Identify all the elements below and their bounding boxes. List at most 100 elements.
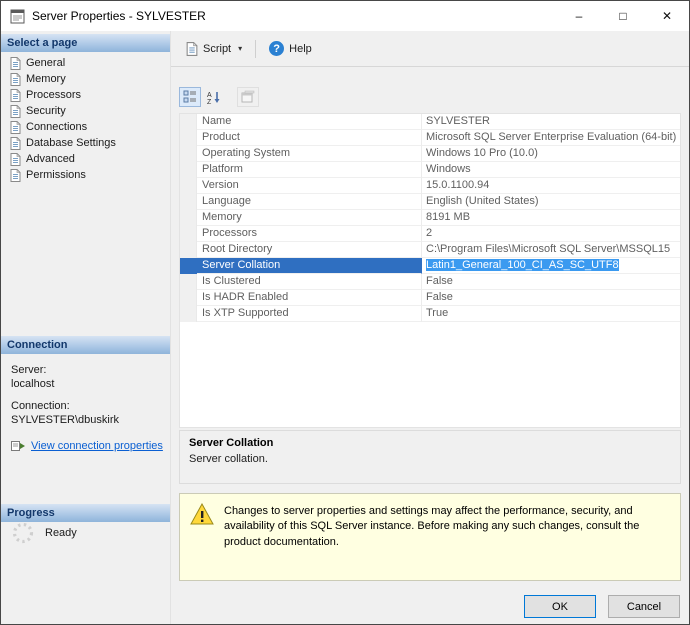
categorized-icon: [183, 90, 197, 104]
page-icon: [10, 121, 21, 134]
property-description-pane: Server Collation Server collation.: [179, 430, 681, 484]
property-row-language[interactable]: Language English (United States): [180, 194, 680, 210]
server-value: localhost: [11, 377, 166, 391]
chevron-down-icon: ▾: [238, 44, 242, 53]
sidebar: Select a page General Memory Processors …: [1, 31, 171, 624]
property-value[interactable]: C:\Program Files\Microsoft SQL Server\MS…: [422, 242, 680, 258]
categorized-button[interactable]: [179, 87, 201, 107]
view-connection-properties-row: View connection properties: [11, 439, 166, 452]
property-name[interactable]: Version: [197, 178, 422, 194]
select-a-page-header: Select a page: [1, 34, 170, 52]
maximize-button[interactable]: □: [601, 1, 645, 31]
connection-info: Server: localhost Connection: SYLVESTER\…: [11, 363, 166, 452]
progress-header: Progress: [1, 504, 170, 522]
close-button[interactable]: ✕: [645, 1, 689, 31]
sidebar-item-database-settings[interactable]: Database Settings: [1, 135, 170, 151]
property-row-is-clustered[interactable]: Is Clustered False: [180, 274, 680, 290]
minimize-button[interactable]: –: [557, 1, 601, 31]
property-row-product[interactable]: Product Microsoft SQL Server Enterprise …: [180, 130, 680, 146]
progress-status-row: Ready: [11, 521, 77, 545]
connection-value: SYLVESTER\dbuskirk: [11, 413, 166, 427]
sidebar-item-permissions[interactable]: Permissions: [1, 167, 170, 183]
cancel-button[interactable]: Cancel: [608, 595, 680, 618]
sidebar-item-processors[interactable]: Processors: [1, 87, 170, 103]
window-controls: – □ ✕: [557, 1, 689, 31]
property-pages-icon: [241, 90, 255, 104]
property-row-name[interactable]: Name SYLVESTER: [180, 114, 680, 130]
svg-text:Z: Z: [207, 99, 212, 104]
script-button-label: Script: [203, 43, 231, 55]
help-button-label: Help: [289, 43, 312, 55]
property-value[interactable]: Microsoft SQL Server Enterprise Evaluati…: [422, 130, 680, 146]
property-name[interactable]: Product: [197, 130, 422, 146]
view-connection-properties-link[interactable]: View connection properties: [31, 440, 163, 452]
window-icon: [10, 9, 25, 24]
property-value[interactable]: 15.0.1100.94: [422, 178, 680, 194]
property-row-version[interactable]: Version 15.0.1100.94: [180, 178, 680, 194]
sidebar-item-label: General: [26, 57, 65, 69]
property-value[interactable]: False: [422, 274, 680, 290]
property-value[interactable]: Windows: [422, 162, 680, 178]
sidebar-item-connections[interactable]: Connections: [1, 119, 170, 135]
property-row-is-xtp-supported[interactable]: Is XTP Supported True: [180, 306, 680, 322]
svg-text:A: A: [207, 92, 212, 99]
property-value[interactable]: 2: [422, 226, 680, 242]
sidebar-item-general[interactable]: General: [1, 55, 170, 71]
property-name[interactable]: Root Directory: [197, 242, 422, 258]
warning-text: Changes to server properties and setting…: [224, 503, 670, 571]
connection-header: Connection: [1, 336, 170, 354]
property-name[interactable]: Is XTP Supported: [197, 306, 422, 322]
property-name[interactable]: Platform: [197, 162, 422, 178]
server-label: Server:: [11, 363, 166, 377]
property-row-is-hadr-enabled[interactable]: Is HADR Enabled False: [180, 290, 680, 306]
sidebar-item-security[interactable]: Security: [1, 103, 170, 119]
property-name[interactable]: Server Collation: [197, 258, 422, 274]
property-name[interactable]: Is HADR Enabled: [197, 290, 422, 306]
page-icon: [10, 57, 21, 70]
sidebar-item-advanced[interactable]: Advanced: [1, 151, 170, 167]
progress-status: Ready: [45, 527, 77, 539]
selected-value-text: Latin1_General_100_CI_AS_SC_UTF8: [426, 259, 619, 271]
view-connection-properties-icon: [11, 439, 26, 452]
property-name[interactable]: Processors: [197, 226, 422, 242]
page-icon: [10, 137, 21, 150]
sidebar-item-label: Connections: [26, 121, 87, 133]
property-row-root-directory[interactable]: Root Directory C:\Program Files\Microsof…: [180, 242, 680, 258]
page-icon: [10, 153, 21, 166]
property-name[interactable]: Memory: [197, 210, 422, 226]
help-button[interactable]: ? Help: [262, 37, 319, 60]
property-value[interactable]: Windows 10 Pro (10.0): [422, 146, 680, 162]
sidebar-item-label: Advanced: [26, 153, 75, 165]
page-icon: [10, 169, 21, 182]
sidebar-item-label: Security: [26, 105, 66, 117]
sidebar-item-label: Database Settings: [26, 137, 116, 149]
property-row-operating-system[interactable]: Operating System Windows 10 Pro (10.0): [180, 146, 680, 162]
toolbar-separator: [255, 40, 256, 58]
property-value[interactable]: English (United States): [422, 194, 680, 210]
script-button[interactable]: Script ▾: [179, 38, 249, 60]
property-row-server-collation[interactable]: Server Collation Latin1_General_100_CI_A…: [180, 258, 680, 274]
property-description-text: Server collation.: [189, 453, 671, 465]
property-value[interactable]: True: [422, 306, 680, 322]
window-title: Server Properties - SYLVESTER: [32, 9, 206, 23]
ok-button[interactable]: OK: [524, 595, 596, 618]
alphabetical-sort-button[interactable]: AZ: [203, 87, 225, 107]
property-value[interactable]: SYLVESTER: [422, 114, 680, 130]
property-row-memory[interactable]: Memory 8191 MB: [180, 210, 680, 226]
sidebar-item-memory[interactable]: Memory: [1, 71, 170, 87]
property-name[interactable]: Name: [197, 114, 422, 130]
property-name[interactable]: Operating System: [197, 146, 422, 162]
property-name[interactable]: Language: [197, 194, 422, 210]
property-row-platform[interactable]: Platform Windows: [180, 162, 680, 178]
property-value[interactable]: False: [422, 290, 680, 306]
dialog-toolbar: Script ▾ ? Help: [171, 31, 689, 67]
property-row-processors[interactable]: Processors 2: [180, 226, 680, 242]
sidebar-item-label: Memory: [26, 73, 66, 85]
property-name[interactable]: Is Clustered: [197, 274, 422, 290]
main-panel: Script ▾ ? Help AZ Name: [171, 31, 689, 624]
titlebar: Server Properties - SYLVESTER – □ ✕: [1, 1, 689, 31]
property-value[interactable]: 8191 MB: [422, 210, 680, 226]
property-pages-button[interactable]: [237, 87, 259, 107]
progress-spinner-icon: [11, 521, 35, 545]
property-value[interactable]: Latin1_General_100_CI_AS_SC_UTF8: [422, 258, 680, 274]
